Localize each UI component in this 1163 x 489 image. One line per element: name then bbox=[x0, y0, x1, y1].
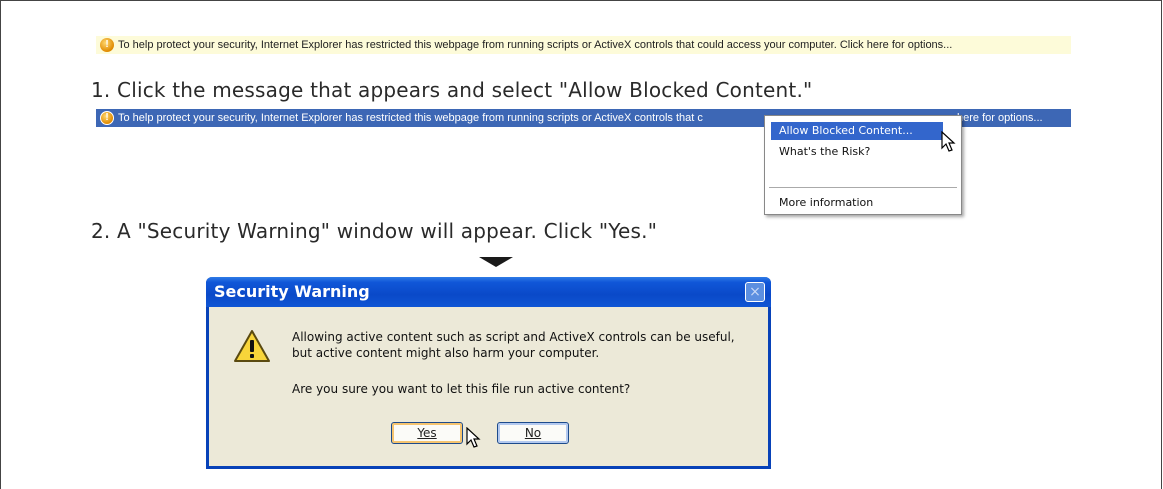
step-1-instruction: 1. Click the message that appears and se… bbox=[91, 78, 813, 102]
menu-separator bbox=[769, 187, 957, 188]
close-button[interactable]: × bbox=[745, 282, 765, 302]
information-bar-text: To help protect your security, Internet … bbox=[118, 112, 703, 124]
mouse-pointer-icon bbox=[466, 427, 481, 448]
warning-icon bbox=[234, 330, 270, 362]
step-2-instruction: 2. A "Security Warning" window will appe… bbox=[91, 219, 658, 243]
menu-item-more-information[interactable]: More information bbox=[771, 194, 943, 212]
security-warning-dialog: Security Warning × Allowing active conte… bbox=[206, 277, 771, 469]
shield-icon: ! bbox=[100, 38, 114, 52]
dialog-message-line-1: Allowing active content such as script a… bbox=[292, 330, 735, 344]
no-button[interactable]: No bbox=[497, 422, 569, 444]
menu-item-whats-the-risk[interactable]: What's the Risk? bbox=[771, 143, 943, 161]
infobar-context-menu: Allow Blocked Content... What's the Risk… bbox=[764, 115, 962, 215]
down-arrow-icon bbox=[479, 257, 513, 267]
dialog-question: Are you sure you want to let this file r… bbox=[292, 382, 631, 396]
menu-item-allow-blocked-content[interactable]: Allow Blocked Content... bbox=[771, 122, 943, 140]
shield-icon: ! bbox=[100, 111, 114, 125]
information-bar-text-tail: here for options... bbox=[957, 112, 1043, 124]
dialog-titlebar[interactable]: Security Warning × bbox=[206, 277, 771, 307]
dialog-title: Security Warning bbox=[214, 282, 370, 301]
yes-button[interactable]: Yes bbox=[391, 422, 463, 444]
mouse-pointer-icon bbox=[941, 131, 956, 152]
information-bar-text: To help protect your security, Internet … bbox=[118, 39, 953, 51]
dialog-message-line-2: but active content might also harm your … bbox=[292, 346, 600, 360]
information-bar[interactable]: ! To help protect your security, Interne… bbox=[96, 36, 1071, 54]
